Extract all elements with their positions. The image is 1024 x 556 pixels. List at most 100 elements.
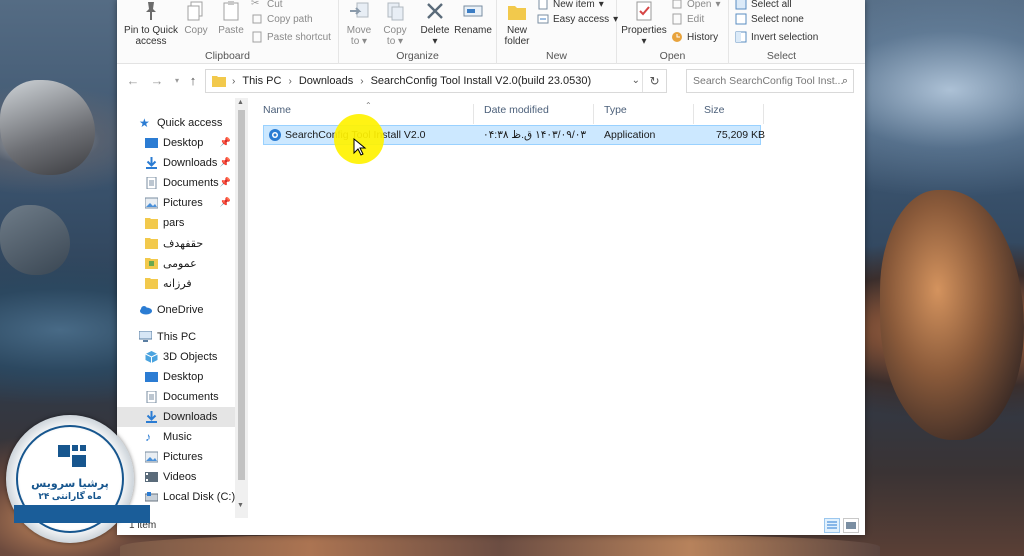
copy-path-icon bbox=[252, 14, 262, 24]
move-to-button[interactable]: Move to ▾ bbox=[343, 0, 375, 47]
nav-label: Local Disk (C:) bbox=[163, 491, 236, 503]
nav-quick-access[interactable]: ★ Quick access bbox=[117, 113, 235, 133]
history-icon bbox=[672, 32, 682, 42]
scrollbar-thumb[interactable] bbox=[238, 110, 245, 480]
properties-label: Properties bbox=[621, 25, 667, 36]
nav-pc-videos[interactable]: Videos bbox=[117, 467, 235, 487]
desktop-rock bbox=[880, 190, 1024, 440]
column-header-type[interactable]: Type bbox=[594, 104, 694, 124]
rename-button[interactable]: Rename bbox=[453, 0, 493, 36]
properties-button[interactable]: Properties ▾ bbox=[619, 0, 669, 47]
nav-pc-music[interactable]: ♪ Music bbox=[117, 427, 235, 447]
new-group: New folder New item ▾ Easy access ▾ New bbox=[497, 0, 618, 64]
up-button[interactable]: ↑ bbox=[185, 73, 201, 89]
watermark-subtitle: ۲۴ ماه گارانتی bbox=[38, 491, 102, 501]
select-none-label: Select none bbox=[751, 13, 804, 25]
refresh-button[interactable]: ↻ bbox=[642, 70, 666, 92]
back-button[interactable]: ← bbox=[125, 73, 141, 89]
breadcrumb-current-folder[interactable]: SearchConfig Tool Install V2.0(build 23.… bbox=[371, 75, 592, 87]
desktop-rock bbox=[0, 80, 95, 175]
nav-quick-downloads[interactable]: Downloads 📌 bbox=[117, 153, 235, 173]
breadcrumb-downloads[interactable]: Downloads bbox=[299, 75, 353, 87]
new-folder-button[interactable]: New folder bbox=[499, 0, 535, 47]
details-view-button[interactable] bbox=[824, 518, 840, 533]
copy-path-button[interactable]: Copy path bbox=[251, 11, 313, 27]
copy-to-button[interactable]: Copy to ▾ bbox=[379, 0, 411, 47]
rename-icon bbox=[463, 5, 483, 17]
pin-icon: 📌 bbox=[219, 197, 231, 207]
search-placeholder: Search SearchConfig Tool Inst... bbox=[693, 75, 844, 87]
desktop-icon bbox=[145, 138, 158, 148]
nav-quick-desktop[interactable]: Desktop 📌 bbox=[117, 133, 235, 153]
copy-button[interactable]: Copy bbox=[181, 0, 211, 36]
nav-label: Music bbox=[163, 431, 192, 443]
move-to-icon bbox=[350, 2, 369, 18]
nav-scrollbar[interactable]: ▲ ▼ bbox=[235, 98, 248, 518]
nav-quick-folder-fa-3[interactable]: فرزانه bbox=[117, 273, 235, 293]
music-icon: ♪ bbox=[145, 430, 151, 444]
nav-pc-3d-objects[interactable]: 3D Objects bbox=[117, 347, 235, 367]
scroll-down-arrow-icon[interactable]: ▼ bbox=[237, 502, 244, 509]
select-none-button[interactable]: Select none bbox=[735, 11, 804, 27]
paste-shortcut-button[interactable]: Paste shortcut bbox=[251, 29, 331, 45]
copy-label: Copy bbox=[184, 25, 208, 36]
paste-label: Paste bbox=[218, 25, 244, 36]
scissors-icon: ✂ bbox=[251, 0, 260, 9]
nav-label: pars bbox=[163, 217, 185, 229]
delete-button[interactable]: Delete ▾ bbox=[417, 0, 453, 47]
nav-quick-folder-fa-2[interactable]: عمومی bbox=[117, 253, 235, 273]
nav-quick-folder-fa-1[interactable]: حقفهدف bbox=[117, 233, 235, 253]
edit-button[interactable]: Edit bbox=[671, 11, 704, 27]
breadcrumb-chevron-icon: › bbox=[232, 75, 236, 87]
recent-locations-button[interactable]: ▾ bbox=[169, 73, 185, 89]
open-label: Open bbox=[687, 0, 712, 10]
details-view-icon bbox=[827, 521, 837, 529]
organize-group-label: Organize bbox=[396, 50, 439, 62]
nav-onedrive[interactable]: OneDrive bbox=[117, 300, 235, 320]
breadcrumb-this-pc[interactable]: This PC bbox=[242, 75, 281, 87]
watermark-logo-icon bbox=[58, 445, 86, 467]
history-button[interactable]: History bbox=[671, 29, 718, 45]
desktop-rock bbox=[0, 205, 70, 275]
column-header-size[interactable]: Size bbox=[694, 104, 764, 124]
easy-access-button[interactable]: Easy access ▾ bbox=[537, 11, 618, 27]
folder-icon bbox=[145, 218, 158, 229]
nav-pc-desktop[interactable]: Desktop bbox=[117, 367, 235, 387]
forward-button[interactable]: → bbox=[149, 73, 165, 89]
address-dropdown-button[interactable]: ⌄ bbox=[632, 75, 640, 86]
large-icons-view-button[interactable] bbox=[843, 518, 859, 533]
nav-label: This PC bbox=[157, 331, 197, 343]
application-icon bbox=[269, 129, 281, 141]
cloud-icon bbox=[140, 306, 152, 315]
nav-pc-documents[interactable]: Documents bbox=[117, 387, 235, 407]
scroll-up-arrow-icon[interactable]: ▲ bbox=[237, 99, 244, 106]
video-icon bbox=[145, 472, 158, 482]
search-icon: ⌕ bbox=[841, 75, 848, 87]
watermark-title: پرشیا سرویس bbox=[31, 478, 109, 490]
nav-pc-downloads[interactable]: Downloads bbox=[117, 407, 235, 427]
nav-pc-pictures[interactable]: Pictures bbox=[117, 447, 235, 467]
drive-icon bbox=[145, 492, 158, 502]
breadcrumb-chevron-icon: › bbox=[360, 75, 364, 87]
select-none-icon bbox=[735, 13, 747, 25]
address-bar[interactable]: › This PC › Downloads › SearchConfig Too… bbox=[205, 69, 667, 93]
pin-to-quick-access-button[interactable]: Pin to Quick access bbox=[121, 0, 181, 47]
easy-access-icon bbox=[537, 14, 549, 24]
search-input[interactable]: Search SearchConfig Tool Inst... ⌕ bbox=[686, 69, 854, 93]
nav-quick-pictures[interactable]: Pictures 📌 bbox=[117, 193, 235, 213]
invert-selection-icon bbox=[735, 31, 747, 43]
properties-icon bbox=[636, 1, 652, 21]
edit-label: Edit bbox=[687, 13, 705, 25]
invert-selection-button[interactable]: Invert selection bbox=[735, 29, 818, 45]
watermark-badge: پرشیا سرویس ۲۴ ماه گارانتی bbox=[6, 415, 150, 543]
paste-shortcut-icon bbox=[252, 31, 262, 43]
copy-path-label: Copy path bbox=[267, 13, 313, 25]
nav-quick-documents[interactable]: Documents 📌 bbox=[117, 173, 235, 193]
easy-access-label: Easy access bbox=[553, 13, 610, 25]
paste-button[interactable]: Paste bbox=[215, 0, 247, 36]
column-header-date[interactable]: Date modified bbox=[474, 104, 594, 124]
nav-quick-pars[interactable]: pars bbox=[117, 213, 235, 233]
nav-this-pc[interactable]: This PC bbox=[117, 327, 235, 347]
file-explorer-window: Pin to Quick access Copy Paste ✂ Cut Cop… bbox=[117, 0, 865, 535]
nav-pc-local-disk[interactable]: Local Disk (C:) bbox=[117, 487, 235, 507]
